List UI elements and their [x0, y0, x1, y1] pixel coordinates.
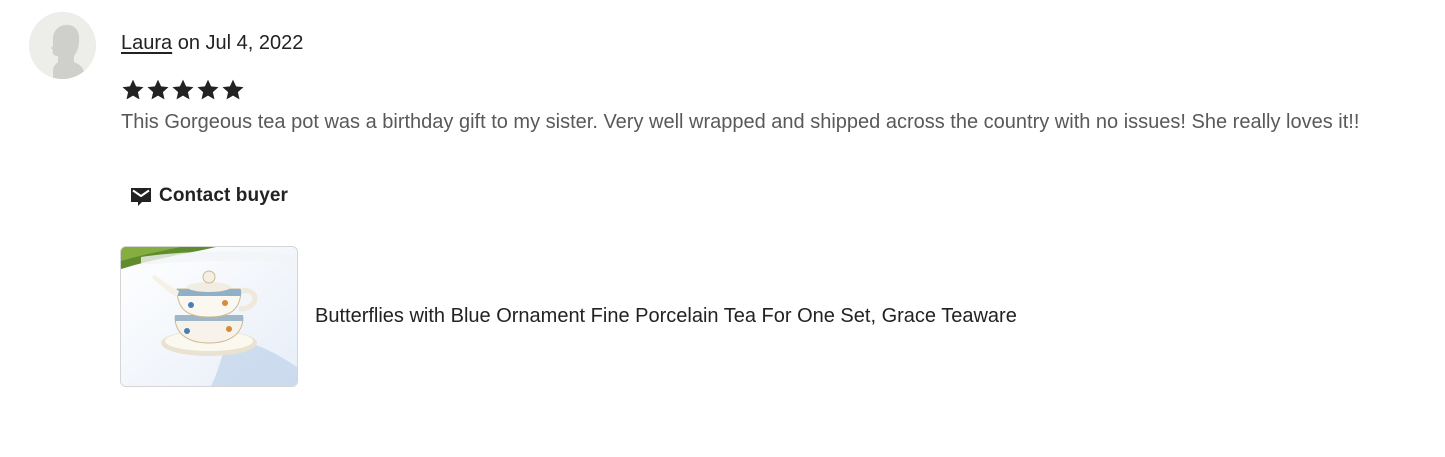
star-icon: [172, 79, 194, 100]
default-avatar-icon: [29, 12, 96, 79]
avatar: [29, 12, 96, 79]
reviewer-name-link[interactable]: Laura: [121, 32, 172, 54]
listing-link[interactable]: Butterflies with Blue Ornament Fine Porc…: [120, 246, 1017, 387]
star-icon: [197, 79, 219, 100]
listing-title: Butterflies with Blue Ornament Fine Porc…: [315, 305, 1017, 327]
mail-icon: [131, 188, 151, 206]
star-icon: [222, 79, 244, 100]
star-icon: [122, 79, 144, 100]
star-rating: [121, 78, 245, 104]
review-text: This Gorgeous tea pot was a birthday gif…: [121, 111, 1360, 133]
contact-buyer-button[interactable]: Contact buyer: [121, 176, 296, 216]
star-icon: [147, 79, 169, 100]
contact-buyer-label: Contact buyer: [159, 185, 289, 206]
teapot-product-image: [121, 247, 297, 386]
review-date: on Jul 4, 2022: [172, 32, 304, 54]
listing-thumbnail[interactable]: [120, 246, 298, 387]
review-header: Laura on Jul 4, 2022: [121, 30, 303, 56]
